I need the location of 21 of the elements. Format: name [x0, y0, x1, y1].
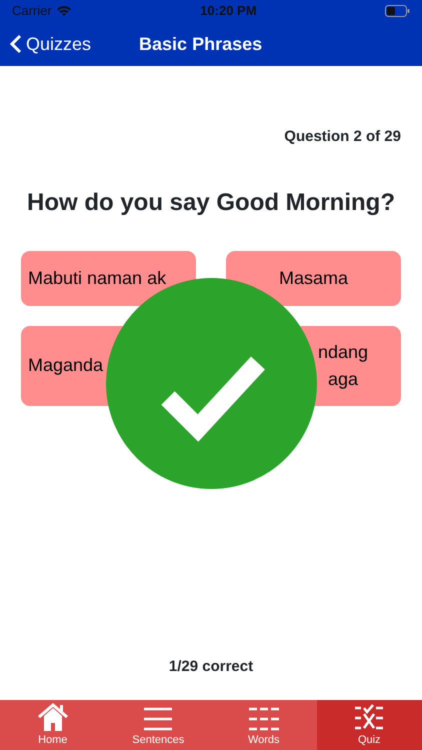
checkmark-icon: [161, 356, 265, 442]
status-time: 10:20 PM: [200, 2, 257, 20]
battery-icon: [384, 5, 410, 17]
answer-button[interactable]: Mabuti naman ak: [21, 250, 196, 306]
menu-icon: [143, 706, 174, 732]
question-text: How do you say Good Morning?: [26, 188, 396, 218]
tab-button[interactable]: Quiz: [316, 700, 422, 750]
tab-button[interactable]: Home: [0, 700, 106, 750]
carrier-label: Carrier: [12, 2, 52, 20]
check-cross-list-icon: [354, 704, 384, 732]
house-icon: [36, 702, 70, 732]
back-button[interactable]: Quizzes: [10, 30, 92, 58]
dashed-lines-icon: [248, 706, 280, 732]
back-chevron-icon: [10, 34, 22, 54]
question-counter: Question 2 of 29: [283, 127, 402, 147]
wifi-icon: [56, 5, 72, 17]
answer-button[interactable]: Masama: [226, 250, 401, 306]
tab-button[interactable]: Words: [211, 700, 316, 750]
nav-title: Basic Phrases: [139, 32, 262, 56]
score-text: 1/29 correct: [168, 656, 254, 676]
tab-button[interactable]: Sentences: [106, 700, 211, 750]
